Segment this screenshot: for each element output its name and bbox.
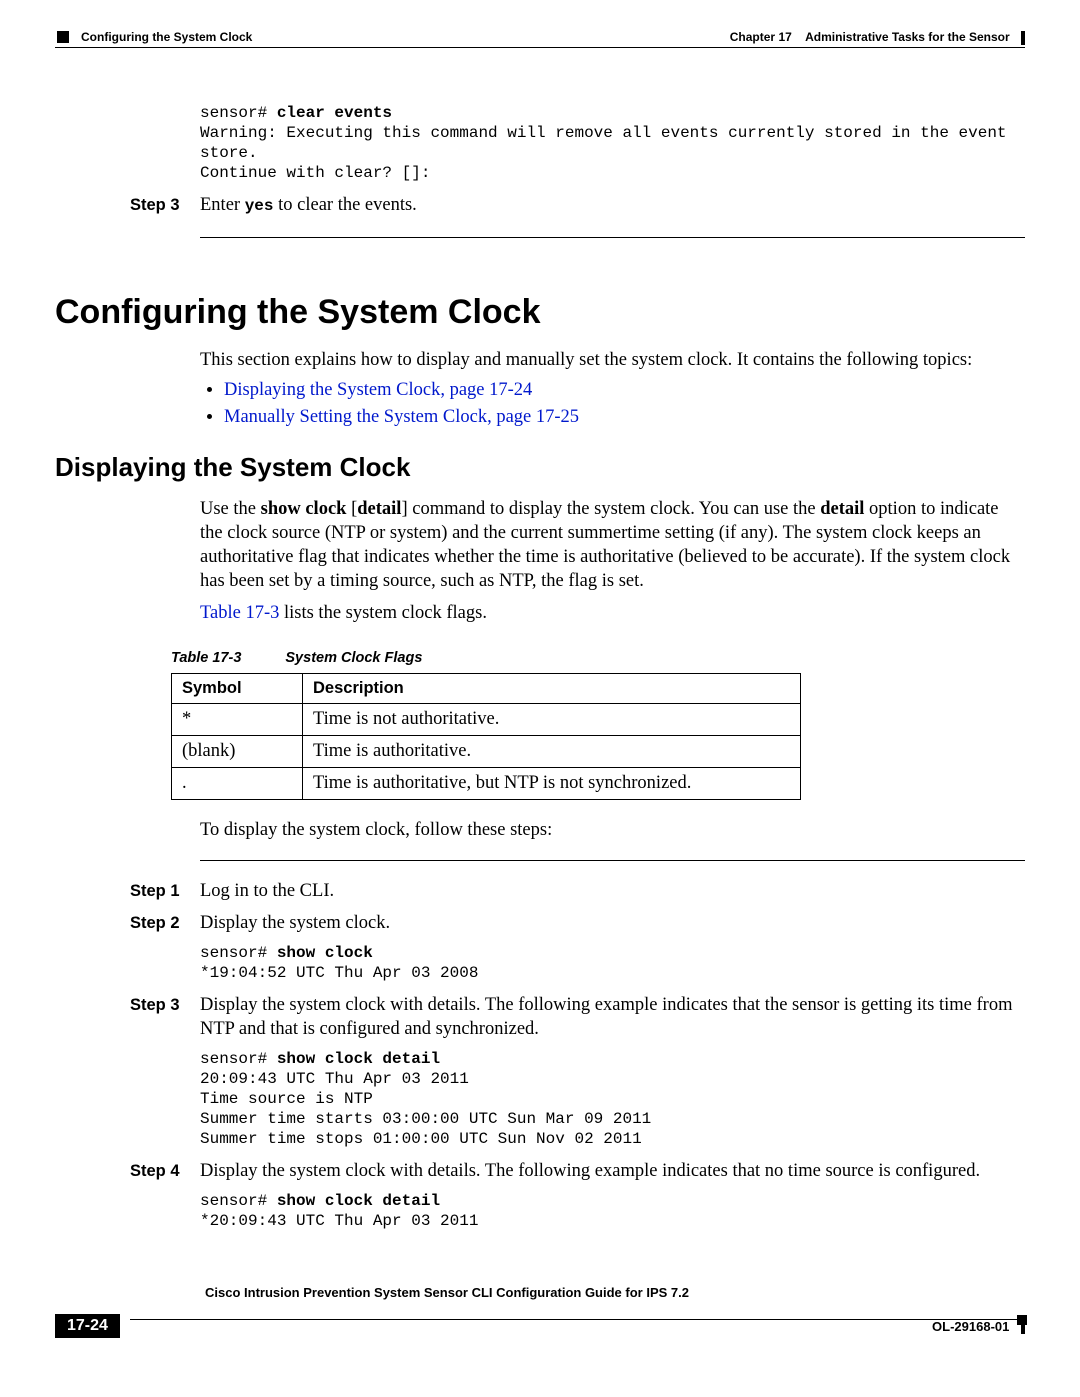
chapter-number: Chapter 17 <box>730 30 792 44</box>
cli-line: Summer time starts 03:00:00 UTC Sun Mar … <box>200 1110 651 1128</box>
paragraph: Table 17-3 lists the system clock flags. <box>200 601 1025 625</box>
paragraph: Use the show clock [detail] command to d… <box>200 497 1025 593</box>
step-row: Step 3 Display the system clock with det… <box>130 993 1025 1041</box>
header-chapter: Chapter 17 Administrative Tasks for the … <box>730 30 1025 45</box>
command-bold: detail <box>820 499 864 519</box>
page-number: 17-24 <box>55 1314 120 1338</box>
cli-prompt: sensor# <box>200 1050 277 1068</box>
text: Use the <box>200 499 261 519</box>
cli-output-show-clock: sensor# show clock *19:04:52 UTC Thu Apr… <box>200 943 1025 983</box>
intro-paragraph: This section explains how to display and… <box>200 348 1025 372</box>
cli-output-show-clock-detail: sensor# show clock detail 20:09:43 UTC T… <box>200 1049 1025 1149</box>
toc-link[interactable]: Manually Setting the System Clock, page … <box>224 407 579 427</box>
table-header: Description <box>303 674 801 704</box>
cli-prompt: sensor# <box>200 104 277 122</box>
cli-line: *19:04:52 UTC Thu Apr 03 2008 <box>200 964 478 982</box>
cli-line: Warning: Executing this command will rem… <box>200 124 1007 142</box>
cli-command: show clock detail <box>277 1192 440 1210</box>
table-cell: Time is authoritative, but NTP is not sy… <box>303 768 801 800</box>
cli-line: Continue with clear? []: <box>200 164 430 182</box>
cli-prompt: sensor# <box>200 944 277 962</box>
cli-command: clear events <box>277 104 392 122</box>
table-row: * Time is not authoritative. <box>172 704 801 736</box>
step-row: Step 4 Display the system clock with det… <box>130 1159 1025 1183</box>
step-label: Step 3 <box>130 193 200 217</box>
footer-doc-title: Cisco Intrusion Prevention System Sensor… <box>205 1285 689 1300</box>
cli-command: show clock detail <box>277 1050 440 1068</box>
step-text: Display the system clock with details. T… <box>200 993 1025 1041</box>
step-row: Step 2 Display the system clock. <box>130 911 1025 935</box>
text: lists the system clock flags. <box>279 603 487 623</box>
table-cell: Time is not authoritative. <box>303 704 801 736</box>
step-text: Log in to the CLI. <box>200 879 1025 903</box>
text: [ <box>346 499 357 519</box>
separator <box>200 237 1025 238</box>
step-label: Step 4 <box>130 1159 200 1183</box>
text: to clear the events. <box>274 195 417 215</box>
system-clock-flags-table: Symbol Description * Time is not authori… <box>171 673 801 800</box>
step-label: Step 1 <box>130 879 200 903</box>
doc-id: OL-29168-01 <box>932 1319 1025 1335</box>
table-cell: * <box>172 704 303 736</box>
step-label: Step 2 <box>130 911 200 935</box>
table-row: (blank) Time is authoritative. <box>172 736 801 768</box>
header-breadcrumb: Configuring the System Clock <box>81 30 252 44</box>
cli-line: 20:09:43 UTC Thu Apr 03 2011 <box>200 1070 469 1088</box>
cli-line: *20:09:43 UTC Thu Apr 03 2011 <box>200 1212 478 1230</box>
doc-id-text: OL-29168-01 <box>932 1319 1009 1334</box>
table-ref-link[interactable]: Table 17-3 <box>200 603 279 623</box>
table-header: Symbol <box>172 674 303 704</box>
cli-prompt: sensor# <box>200 1192 277 1210</box>
footer-square-icon <box>1017 1315 1027 1325</box>
cli-line: Time source is NTP <box>200 1090 373 1108</box>
cli-line: Summer time stops 01:00:00 UTC Sun Nov 0… <box>200 1130 642 1148</box>
cli-output-clear-events: sensor# clear events Warning: Executing … <box>200 103 1025 183</box>
step-label: Step 3 <box>130 993 200 1041</box>
table-cell: Time is authoritative. <box>303 736 801 768</box>
header-bar-icon <box>1021 31 1025 45</box>
table-caption-label: Table 17-3 <box>171 650 241 666</box>
step-row: Step 3 Enter yes to clear the events. <box>130 193 1025 217</box>
table-caption-title: System Clock Flags <box>285 650 422 666</box>
step-text: Display the system clock. <box>200 911 1025 935</box>
step-row: Step 1 Log in to the CLI. <box>130 879 1025 903</box>
cli-output-show-clock-detail-2: sensor# show clock detail *20:09:43 UTC … <box>200 1191 1025 1231</box>
cli-line: store. <box>200 144 258 162</box>
table-cell: (blank) <box>172 736 303 768</box>
step-text: Display the system clock with details. T… <box>200 1159 1025 1183</box>
table-row: . Time is authoritative, but NTP is not … <box>172 768 801 800</box>
command-bold: show clock <box>261 499 347 519</box>
toc-link[interactable]: Displaying the System Clock, page 17-24 <box>224 380 532 400</box>
chapter-title: Administrative Tasks for the Sensor <box>805 30 1010 44</box>
inline-command: yes <box>245 197 274 215</box>
command-bold: detail <box>357 499 401 519</box>
text: ] command to display the system clock. Y… <box>401 499 820 519</box>
footer-line <box>130 1319 1025 1320</box>
text: Enter <box>200 195 245 215</box>
cli-command: show clock <box>277 944 373 962</box>
table-caption: Table 17-3 System Clock Flags <box>171 649 1025 667</box>
subsection-heading: Displaying the System Clock <box>55 452 1025 483</box>
table-cell: . <box>172 768 303 800</box>
section-heading: Configuring the System Clock <box>55 293 1025 332</box>
paragraph: To display the system clock, follow thes… <box>200 818 1025 842</box>
toc-list: Displaying the System Clock, page 17-24 … <box>200 380 1025 428</box>
page-header: Configuring the System Clock Chapter 17 … <box>55 30 1025 48</box>
step-text: Enter yes to clear the events. <box>200 193 1025 217</box>
separator <box>200 860 1025 861</box>
page-footer: Cisco Intrusion Prevention System Sensor… <box>55 1301 1025 1339</box>
header-square-icon <box>57 31 69 43</box>
